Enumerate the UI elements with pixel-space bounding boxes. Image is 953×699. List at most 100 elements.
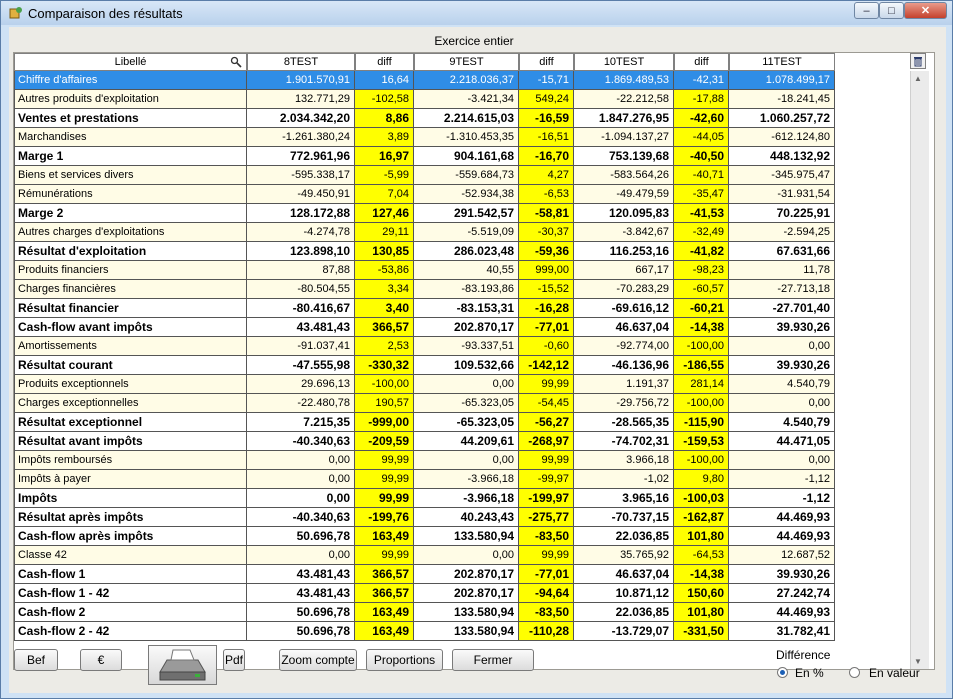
column-header-11test[interactable]: 11TEST — [729, 53, 835, 71]
table-row[interactable]: Impôts 0,00 99,99 -3.966,18 -199,97 3.965,16-… — [14, 489, 910, 508]
row-label[interactable]: Chiffre d'affaires — [14, 71, 247, 90]
diff-10-11[interactable]: -14,38 — [674, 318, 729, 337]
diff-9-10[interactable]: -77,01 — [519, 318, 574, 337]
diff-10-11[interactable]: -35,47 — [674, 185, 729, 204]
diff-10-11[interactable]: -100,03 — [674, 489, 729, 508]
row-label[interactable]: Marge 1 — [14, 147, 247, 166]
diff-9-10[interactable]: -16,28 — [519, 299, 574, 318]
value-9test[interactable]: 0,00 — [414, 375, 519, 394]
value-8test[interactable]: 43.481,43 — [247, 565, 355, 584]
value-11test[interactable]: 0,00 — [729, 337, 835, 356]
value-9test[interactable]: 202.870,17 — [414, 565, 519, 584]
diff-10-11[interactable]: -64,53 — [674, 546, 729, 565]
value-9test[interactable]: 2.218.036,37 — [414, 71, 519, 90]
row-label[interactable]: Classe 42 — [14, 546, 247, 565]
table-row[interactable]: Cash-flow après impôts 50.696,78 163,49 133… — [14, 527, 910, 546]
row-label[interactable]: Biens et services divers — [14, 166, 247, 185]
value-10test[interactable]: 46.637,04 — [574, 565, 674, 584]
diff-8-9[interactable]: 99,99 — [355, 470, 414, 489]
column-header-libelle[interactable]: Libellé — [14, 53, 247, 71]
table-row[interactable]: Cash-flow 1 - 42 43.481,43 366,57 202.870,1… — [14, 584, 910, 603]
value-8test[interactable]: 50.696,78 — [247, 603, 355, 622]
diff-9-10[interactable]: -0,60 — [519, 337, 574, 356]
diff-8-9[interactable]: -53,86 — [355, 261, 414, 280]
value-11test[interactable]: -18.241,45 — [729, 90, 835, 109]
diff-8-9[interactable]: 3,40 — [355, 299, 414, 318]
radio-en-pourcent[interactable] — [777, 667, 788, 678]
value-9test[interactable]: -93.337,51 — [414, 337, 519, 356]
value-10test[interactable]: -13.729,07 — [574, 622, 674, 641]
table-row[interactable]: Résultat avant impôts -40.340,63 -209,59 44… — [14, 432, 910, 451]
value-11test[interactable]: -1,12 — [729, 489, 835, 508]
diff-10-11[interactable]: 101,80 — [674, 527, 729, 546]
diff-8-9[interactable]: -209,59 — [355, 432, 414, 451]
diff-8-9[interactable]: 130,85 — [355, 242, 414, 261]
diff-9-10[interactable]: -268,97 — [519, 432, 574, 451]
diff-9-10[interactable]: -15,52 — [519, 280, 574, 299]
diff-8-9[interactable]: 29,11 — [355, 223, 414, 242]
value-8test[interactable]: -47.555,98 — [247, 356, 355, 375]
value-10test[interactable]: -1.094.137,27 — [574, 128, 674, 147]
diff-9-10[interactable]: -83,50 — [519, 527, 574, 546]
value-8test[interactable]: 29.696,13 — [247, 375, 355, 394]
row-label[interactable]: Charges exceptionnelles — [14, 394, 247, 413]
diff-10-11[interactable]: -331,50 — [674, 622, 729, 641]
value-9test[interactable]: 286.023,48 — [414, 242, 519, 261]
column-header-diff[interactable]: diff — [355, 53, 414, 71]
row-label[interactable]: Autres charges d'exploitations — [14, 223, 247, 242]
column-chooser-button[interactable] — [910, 53, 926, 69]
diff-10-11[interactable]: -98,23 — [674, 261, 729, 280]
row-label[interactable]: Cash-flow 2 — [14, 603, 247, 622]
value-10test[interactable]: 1.847.276,95 — [574, 109, 674, 128]
value-8test[interactable]: 0,00 — [247, 489, 355, 508]
row-label[interactable]: Ventes et prestations — [14, 109, 247, 128]
diff-8-9[interactable]: 366,57 — [355, 584, 414, 603]
diff-8-9[interactable]: -100,00 — [355, 375, 414, 394]
value-9test[interactable]: 0,00 — [414, 451, 519, 470]
radio-label-en-valeur[interactable]: En valeur — [869, 666, 920, 680]
table-row[interactable]: Cash-flow 2 50.696,78 163,49 133.580,94 -83,… — [14, 603, 910, 622]
value-8test[interactable]: 87,88 — [247, 261, 355, 280]
value-9test[interactable]: 904.161,68 — [414, 147, 519, 166]
value-9test[interactable]: 133.580,94 — [414, 622, 519, 641]
value-9test[interactable]: -83.153,31 — [414, 299, 519, 318]
value-8test[interactable]: 772.961,96 — [247, 147, 355, 166]
diff-9-10[interactable]: -56,27 — [519, 413, 574, 432]
value-9test[interactable]: 133.580,94 — [414, 527, 519, 546]
value-10test[interactable]: 35.765,92 — [574, 546, 674, 565]
diff-8-9[interactable]: -999,00 — [355, 413, 414, 432]
diff-9-10[interactable]: -54,45 — [519, 394, 574, 413]
row-label[interactable]: Autres produits d'exploitation — [14, 90, 247, 109]
row-label[interactable]: Résultat courant — [14, 356, 247, 375]
diff-10-11[interactable]: -100,00 — [674, 394, 729, 413]
diff-8-9[interactable]: 16,97 — [355, 147, 414, 166]
diff-8-9[interactable]: 163,49 — [355, 622, 414, 641]
row-label[interactable]: Produits exceptionnels — [14, 375, 247, 394]
value-10test[interactable]: -92.774,00 — [574, 337, 674, 356]
table-row[interactable]: Résultat après impôts -40.340,63 -199,76 40… — [14, 508, 910, 527]
table-row[interactable]: Marchandises -1.261.380,24 3,89 -1.310.453,… — [14, 128, 910, 147]
pdf-button[interactable]: Pdf — [223, 649, 245, 671]
diff-10-11[interactable]: -32,49 — [674, 223, 729, 242]
diff-8-9[interactable]: 127,46 — [355, 204, 414, 223]
diff-10-11[interactable]: -186,55 — [674, 356, 729, 375]
diff-9-10[interactable]: 549,24 — [519, 90, 574, 109]
diff-10-11[interactable]: -60,21 — [674, 299, 729, 318]
value-8test[interactable]: 43.481,43 — [247, 318, 355, 337]
diff-10-11[interactable]: -159,53 — [674, 432, 729, 451]
zoom-compte-button[interactable]: Zoom compte — [279, 649, 357, 671]
search-icon[interactable] — [230, 56, 242, 68]
row-label[interactable]: Marchandises — [14, 128, 247, 147]
value-9test[interactable]: -65.323,05 — [414, 413, 519, 432]
value-10test[interactable]: 3.966,18 — [574, 451, 674, 470]
fermer-button[interactable]: Fermer — [452, 649, 534, 671]
value-11test[interactable]: -2.594,25 — [729, 223, 835, 242]
value-11test[interactable]: 39.930,26 — [729, 565, 835, 584]
diff-8-9[interactable]: 366,57 — [355, 318, 414, 337]
table-row[interactable]: Charges exceptionnelles -22.480,78 190,57-… — [14, 394, 910, 413]
value-10test[interactable]: 1.191,37 — [574, 375, 674, 394]
diff-9-10[interactable]: -16,70 — [519, 147, 574, 166]
diff-10-11[interactable]: -40,50 — [674, 147, 729, 166]
value-10test[interactable]: -1,02 — [574, 470, 674, 489]
diff-9-10[interactable]: 99,99 — [519, 546, 574, 565]
